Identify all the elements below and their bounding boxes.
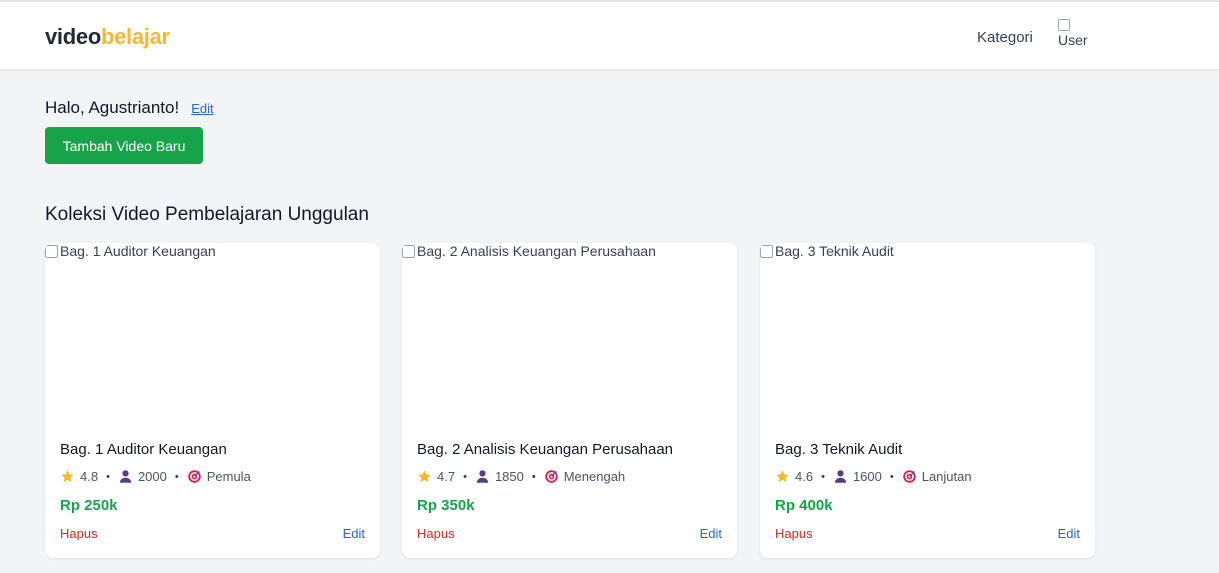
- target-icon: [544, 470, 558, 483]
- user-icon: [476, 470, 489, 483]
- video-card: Bag. 2 Analisis Keuangan Perusahaan Bag.…: [402, 243, 737, 558]
- students-count: 1600: [852, 469, 882, 484]
- video-card: Bag. 3 Teknik Audit Bag. 3 Teknik Audit …: [760, 243, 1095, 558]
- level-label: Lanjutan: [921, 469, 972, 484]
- edit-button[interactable]: Edit: [1058, 526, 1080, 541]
- rating-value: 4.8: [80, 469, 99, 484]
- edit-name-link[interactable]: Edit: [191, 101, 213, 116]
- students-count: 1850: [494, 469, 524, 484]
- target-icon: [902, 470, 916, 483]
- level-label: Menengah: [563, 469, 626, 484]
- nav-kategori-link[interactable]: Kategori: [977, 29, 1033, 46]
- thumbnail-alt-text: Bag. 3 Teknik Audit: [775, 243, 894, 259]
- meta-separator: •: [463, 470, 467, 483]
- user-icon: [834, 470, 847, 483]
- navbar: videobelajar Kategori User: [0, 2, 1219, 70]
- edit-button[interactable]: Edit: [700, 526, 722, 541]
- students-count: 2000: [137, 469, 167, 484]
- section-title: Koleksi Video Pembelajaran Unggulan: [45, 204, 369, 225]
- brand-part-video: video: [45, 24, 101, 49]
- video-meta: 4.8 • 2000 • Pemula: [60, 469, 251, 484]
- greeting-row: Halo, Agustrianto! Edit: [45, 98, 214, 118]
- user-icon: [119, 470, 132, 483]
- avatar[interactable]: User: [1058, 19, 1088, 53]
- meta-separator: •: [106, 470, 110, 483]
- video-title: Bag. 2 Analisis Keuangan Perusahaan: [417, 441, 674, 458]
- brand-logo[interactable]: videobelajar: [45, 24, 170, 50]
- star-icon: [776, 470, 789, 483]
- broken-image-icon: [760, 245, 773, 258]
- video-price: Rp 350k: [417, 497, 475, 514]
- video-title: Bag. 1 Auditor Keuangan: [60, 441, 227, 458]
- star-icon: [61, 470, 74, 483]
- delete-button[interactable]: Hapus: [60, 526, 98, 541]
- star-icon: [418, 470, 431, 483]
- level-label: Pemula: [206, 469, 251, 484]
- video-price: Rp 400k: [775, 497, 833, 514]
- brand-part-belajar: belajar: [100, 24, 170, 49]
- delete-button[interactable]: Hapus: [417, 526, 455, 541]
- broken-image-icon: [1058, 19, 1070, 31]
- meta-separator: •: [821, 470, 825, 483]
- edit-button[interactable]: Edit: [343, 526, 365, 541]
- rating-value: 4.6: [795, 469, 814, 484]
- broken-image-icon: [45, 245, 58, 258]
- video-thumbnail: Bag. 2 Analisis Keuangan Perusahaan: [402, 243, 737, 423]
- delete-button[interactable]: Hapus: [775, 526, 813, 541]
- greeting-text: Halo, Agustrianto!: [45, 98, 180, 117]
- thumbnail-alt-text: Bag. 1 Auditor Keuangan: [60, 243, 216, 259]
- add-video-button[interactable]: Tambah Video Baru: [45, 127, 203, 164]
- meta-separator: •: [531, 470, 536, 483]
- video-price: Rp 250k: [60, 497, 118, 514]
- target-icon: [187, 470, 201, 483]
- meta-separator: •: [174, 470, 179, 483]
- thumbnail-alt-text: Bag. 2 Analisis Keuangan Perusahaan: [417, 243, 656, 259]
- video-meta: 4.6 • 1600 • Lanjutan: [775, 469, 972, 484]
- video-thumbnail: Bag. 1 Auditor Keuangan: [45, 243, 380, 423]
- broken-image-icon: [402, 245, 415, 258]
- avatar-alt-text: User: [1058, 32, 1088, 48]
- meta-separator: •: [889, 470, 894, 483]
- video-card: Bag. 1 Auditor Keuangan Bag. 1 Auditor K…: [45, 243, 380, 558]
- video-thumbnail: Bag. 3 Teknik Audit: [760, 243, 1095, 423]
- rating-value: 4.7: [437, 469, 456, 484]
- video-title: Bag. 3 Teknik Audit: [775, 441, 903, 458]
- video-meta: 4.7 • 1850 • Menengah: [417, 469, 625, 484]
